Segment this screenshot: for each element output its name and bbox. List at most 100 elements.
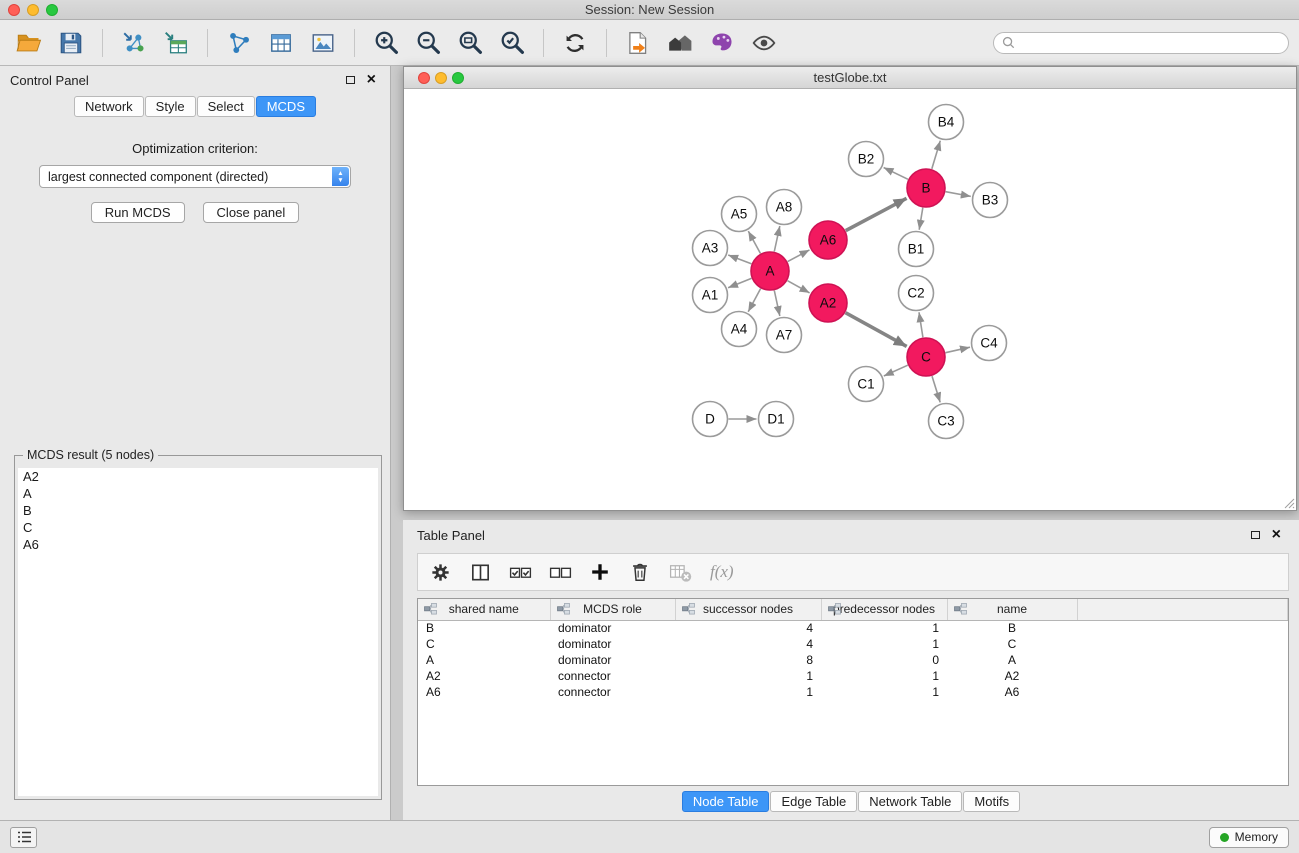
table-cell[interactable]: 1: [821, 636, 947, 652]
tab-motifs[interactable]: Motifs: [963, 791, 1020, 812]
export-image-button[interactable]: [304, 24, 342, 62]
graph-node-A6[interactable]: A6: [809, 221, 847, 259]
function-builder-button[interactable]: f(x): [710, 562, 734, 582]
graph-node-B4[interactable]: B4: [929, 105, 964, 140]
refresh-button[interactable]: [556, 24, 594, 62]
tab-style[interactable]: Style: [145, 96, 196, 117]
table-row[interactable]: Cdominator41C: [418, 636, 1288, 652]
tab-network[interactable]: Network: [74, 96, 144, 117]
graph-edge-A6-B[interactable]: [846, 198, 907, 230]
graph-edge-C-C2[interactable]: [919, 312, 923, 337]
graph-node-C3[interactable]: C3: [929, 404, 964, 439]
graph-edge-A-A4[interactable]: [748, 289, 760, 312]
graph-edge-A-A2[interactable]: [788, 281, 810, 293]
graph-edge-A2-C[interactable]: [846, 313, 907, 347]
result-list-item[interactable]: C: [18, 519, 378, 536]
table-cell[interactable]: 0: [821, 652, 947, 668]
float-panel-icon[interactable]: [346, 76, 355, 84]
graph-edge-A-A6[interactable]: [788, 250, 810, 262]
graph-edge-B-B2[interactable]: [884, 168, 908, 180]
panel-menu-button[interactable]: [10, 827, 37, 848]
graph-node-A2[interactable]: A2: [809, 284, 847, 322]
graph-node-A4[interactable]: A4: [722, 312, 757, 347]
graph-edge-C-C1[interactable]: [884, 365, 908, 376]
graph-node-B[interactable]: B: [907, 169, 945, 207]
close-view-button[interactable]: [418, 72, 430, 84]
graph-node-C4[interactable]: C4: [972, 326, 1007, 361]
criterion-dropdown[interactable]: largest connected component (directed) ▲…: [39, 165, 351, 188]
table-cell[interactable]: connector: [550, 684, 675, 700]
deselect-all-button[interactable]: [542, 556, 578, 588]
search-box[interactable]: [993, 32, 1289, 54]
new-table-button[interactable]: [262, 24, 300, 62]
table-cell[interactable]: connector: [550, 668, 675, 684]
minimize-view-button[interactable]: [435, 72, 447, 84]
table-cell[interactable]: C: [418, 636, 550, 652]
open-session-button[interactable]: [619, 24, 657, 62]
graph-node-B3[interactable]: B3: [973, 183, 1008, 218]
graph-edge-A-A5[interactable]: [748, 231, 760, 253]
table-cell[interactable]: A6: [947, 684, 1077, 700]
zoom-in-button[interactable]: [367, 24, 405, 62]
table-cell[interactable]: 8: [675, 652, 821, 668]
graph-node-B1[interactable]: B1: [899, 232, 934, 267]
zoom-window-button[interactable]: [46, 4, 58, 16]
network-window-titlebar[interactable]: testGlobe.txt: [404, 67, 1296, 89]
save-session-button[interactable]: [52, 24, 90, 62]
zoom-selected-button[interactable]: [493, 24, 531, 62]
style-button[interactable]: [703, 24, 741, 62]
table-cell[interactable]: 1: [821, 668, 947, 684]
network-canvas[interactable]: B4B2BB3A8A5A6A3B1AC2A1A2A4A7C4CC1C3DD1: [404, 89, 1296, 510]
table-cell[interactable]: A6: [418, 684, 550, 700]
table-cell[interactable]: 1: [821, 620, 947, 636]
table-cell[interactable]: B: [947, 620, 1077, 636]
open-folder-button[interactable]: [10, 24, 48, 62]
graph-node-A7[interactable]: A7: [767, 318, 802, 353]
graph-node-C[interactable]: C: [907, 338, 945, 376]
graph-node-D[interactable]: D: [693, 402, 728, 437]
network-graph[interactable]: B4B2BB3A8A5A6A3B1AC2A1A2A4A7C4CC1C3DD1: [404, 89, 1296, 510]
delete-table-button[interactable]: [662, 556, 698, 588]
graph-node-A3[interactable]: A3: [693, 231, 728, 266]
table-cell[interactable]: 4: [675, 636, 821, 652]
column-header[interactable]: shared name: [418, 599, 550, 620]
result-list-item[interactable]: A2: [18, 468, 378, 485]
graph-edge-A-A7[interactable]: [774, 291, 780, 317]
graph-node-B2[interactable]: B2: [849, 142, 884, 177]
table-cell[interactable]: B: [418, 620, 550, 636]
tab-network-table[interactable]: Network Table: [858, 791, 962, 812]
column-header[interactable]: predecessor nodes: [821, 599, 947, 620]
run-mcds-button[interactable]: Run MCDS: [91, 202, 185, 223]
graph-node-A8[interactable]: A8: [767, 190, 802, 225]
memory-button[interactable]: Memory: [1209, 827, 1289, 848]
table-cell[interactable]: 1: [675, 684, 821, 700]
table-cell[interactable]: 4: [675, 620, 821, 636]
table-cell[interactable]: dominator: [550, 620, 675, 636]
import-table-button[interactable]: [157, 24, 195, 62]
minimize-window-button[interactable]: [27, 4, 39, 16]
add-column-button[interactable]: [582, 556, 618, 588]
graph-node-A1[interactable]: A1: [693, 278, 728, 313]
settings-button[interactable]: [422, 556, 458, 588]
graph-node-C1[interactable]: C1: [849, 367, 884, 402]
zoom-fit-button[interactable]: [451, 24, 489, 62]
graph-node-D1[interactable]: D1: [759, 402, 794, 437]
import-network-button[interactable]: [115, 24, 153, 62]
new-network-button[interactable]: [220, 24, 258, 62]
graph-edge-C-C3[interactable]: [932, 376, 940, 402]
table-cell[interactable]: dominator: [550, 636, 675, 652]
table-row[interactable]: Bdominator41B: [418, 620, 1288, 636]
table-cell[interactable]: 1: [821, 684, 947, 700]
select-all-button[interactable]: [502, 556, 538, 588]
table-cell[interactable]: dominator: [550, 652, 675, 668]
result-list-item[interactable]: B: [18, 502, 378, 519]
float-panel-icon[interactable]: [1251, 531, 1260, 539]
close-window-button[interactable]: [8, 4, 20, 16]
graph-edge-B-B4[interactable]: [932, 141, 941, 169]
graph-edge-A-A3[interactable]: [728, 255, 751, 264]
table-cell[interactable]: A2: [418, 668, 550, 684]
result-list-item[interactable]: A: [18, 485, 378, 502]
column-header[interactable]: successor nodes: [675, 599, 821, 620]
column-header[interactable]: MCDS role: [550, 599, 675, 620]
close-panel-icon[interactable]: ×: [367, 72, 376, 88]
